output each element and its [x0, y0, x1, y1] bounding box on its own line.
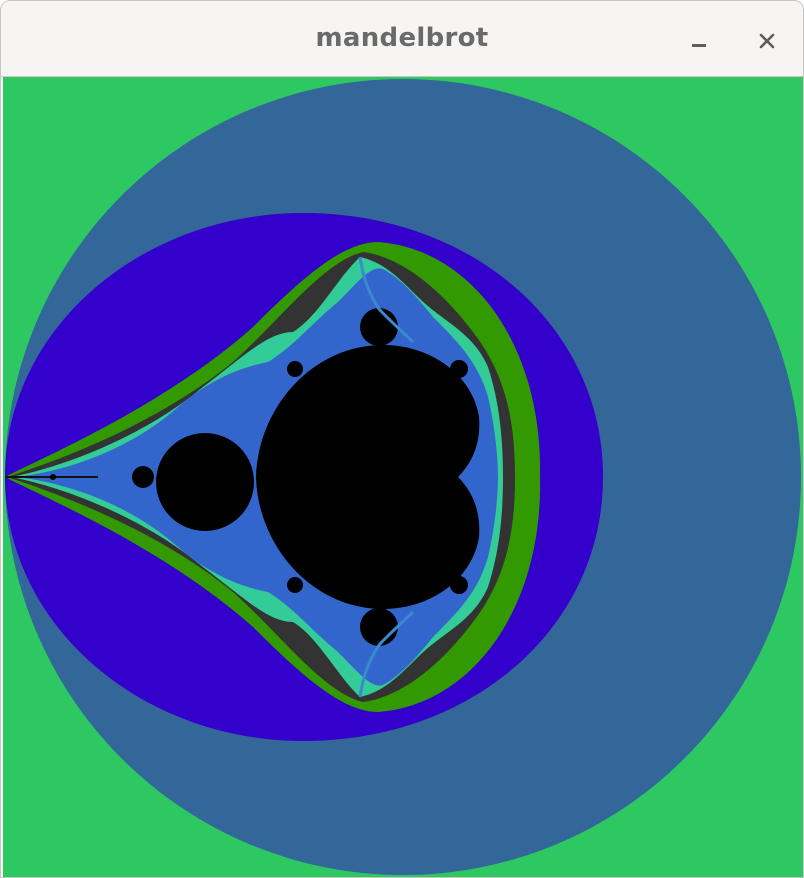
close-icon: [759, 33, 775, 49]
set-bottom-bulb: [360, 608, 398, 646]
set-bulb-upper-left: [287, 361, 303, 377]
set-period2-bulb: [156, 433, 254, 531]
set-bulb-upper-right: [450, 360, 468, 378]
set-bulb-lower-left: [287, 577, 303, 593]
title-bar[interactable]: mandelbrot: [1, 1, 803, 77]
minimize-icon: [692, 44, 706, 47]
minimize-button[interactable]: [681, 23, 717, 59]
set-period4-bulb: [132, 466, 154, 488]
app-window: mandelbrot: [0, 0, 804, 878]
mandelbrot-image: [3, 77, 803, 877]
set-bulb-lower-right: [450, 576, 468, 594]
fractal-canvas[interactable]: [3, 77, 803, 877]
close-button[interactable]: [749, 23, 785, 59]
set-mini-copy: [50, 474, 56, 480]
set-top-bulb: [360, 308, 398, 346]
